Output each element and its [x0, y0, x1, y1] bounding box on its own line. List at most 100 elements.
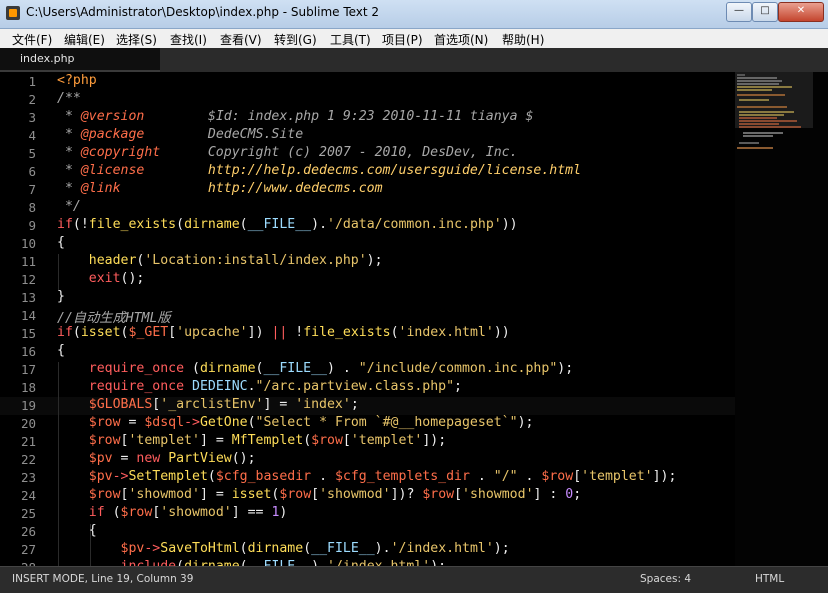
line-number: 24: [20, 488, 36, 503]
menu-tools[interactable]: 工具(T): [330, 31, 371, 48]
minimap-line: [743, 135, 773, 137]
minimap-line: [737, 74, 745, 76]
line-number: 8: [28, 200, 36, 215]
code-line-25: if ($row['showmod'] == 1): [88, 505, 288, 520]
status-bar: INSERT MODE, Line 19, Column 39 Spaces: …: [0, 566, 828, 593]
status-cursor-position: INSERT MODE, Line 19, Column 39: [12, 573, 194, 585]
menu-selection[interactable]: 选择(S): [116, 31, 157, 48]
code-line-28: include(dirname(__FILE__).'/index.html')…: [57, 559, 447, 566]
minimap-line: [737, 77, 777, 79]
minimap-line: [739, 99, 769, 101]
sublime-app-icon: [6, 6, 20, 20]
code-line-26: {: [57, 523, 97, 538]
line-number: 12: [20, 272, 36, 287]
status-syntax[interactable]: HTML: [755, 573, 784, 585]
line-number: 7: [28, 182, 36, 197]
menu-file[interactable]: 文件(F): [12, 31, 52, 48]
code-line-24: $row['showmod'] = isset($row['showmod'])…: [88, 487, 582, 502]
code-line-6: * @license http://help.dedecms.com/users…: [57, 163, 582, 178]
code-line-17: require_once (dirname(__FILE__) . "/incl…: [88, 361, 574, 376]
status-indentation[interactable]: Spaces: 4: [640, 573, 691, 585]
line-number: 15: [20, 326, 36, 341]
line-number: 4: [28, 128, 36, 143]
menu-preferences[interactable]: 首选项(N): [434, 31, 488, 48]
tab-label: index.php: [20, 52, 75, 65]
line-number: 1: [28, 74, 36, 89]
code-line-19: $GLOBALS['_arclistEnv'] = 'index';: [88, 397, 359, 412]
line-number: 25: [20, 506, 36, 521]
minimap-line: [739, 111, 794, 113]
menu-project[interactable]: 项目(P): [382, 31, 423, 48]
line-number: 17: [20, 362, 36, 377]
line-number: 18: [20, 380, 36, 395]
line-number: 5: [28, 146, 36, 161]
code-line-2: /**: [57, 91, 81, 106]
line-number: 3: [28, 110, 36, 125]
line-number: 13: [20, 290, 36, 305]
line-number: 23: [20, 470, 36, 485]
minimap-line: [743, 132, 783, 134]
code-line-5: * @copyright Copyright (c) 2007 - 2010, …: [57, 145, 518, 160]
code-line-9: if(!file_exists(dirname(__FILE__).'/data…: [57, 217, 518, 232]
menu-goto[interactable]: 转到(G): [274, 31, 317, 48]
menu-edit[interactable]: 编辑(E): [64, 31, 105, 48]
minimap-line: [737, 86, 792, 88]
menu-help[interactable]: 帮助(H): [502, 31, 544, 48]
line-number: 6: [28, 164, 36, 179]
minimap-line: [739, 142, 759, 144]
code-line-27: $pv->SaveToHtml(dirname(__FILE__).'/inde…: [120, 541, 510, 556]
line-number: 27: [20, 542, 36, 557]
code-line-15: if(isset($_GET['upcache']) || !file_exis…: [57, 325, 510, 340]
minimap-line: [739, 126, 801, 128]
line-number-gutter: 1 2 3 4 5 6 7 8 9 10 11 12 13 14 15 16 1…: [0, 72, 42, 566]
minimap-line: [739, 117, 777, 119]
code-line-12: exit();: [88, 271, 145, 286]
minimap-line: [739, 114, 784, 116]
minimap-line: [739, 123, 779, 125]
line-number: 9: [28, 218, 36, 233]
minimap-line: [737, 89, 772, 91]
minimap-line: [739, 120, 797, 122]
code-line-7: * @link http://www.dedecms.com: [57, 181, 383, 196]
code-line-23: $pv->SetTemplet($cfg_basedir . $cfg_temp…: [88, 469, 677, 484]
maximize-button[interactable]: □: [752, 2, 778, 22]
close-button[interactable]: ✕: [778, 2, 824, 22]
minimap-line: [737, 94, 785, 96]
menu-find[interactable]: 查找(I): [170, 31, 207, 48]
code-line-16: {: [57, 343, 65, 358]
code-line-13: }: [57, 289, 65, 304]
minimap[interactable]: [735, 72, 828, 566]
minimap-line: [737, 106, 787, 108]
code-line-22: $pv = new PartView();: [88, 451, 256, 466]
code-line-1: <?php: [57, 73, 97, 88]
minimap-line: [737, 83, 779, 85]
line-number: 14: [20, 308, 36, 323]
code-line-3: * @version $Id: index.php 1 9:23 2010-11…: [57, 109, 534, 124]
code-line-18: require_once DEDEINC."/arc.partview.clas…: [88, 379, 462, 394]
tab-index-php[interactable]: index.php: [0, 48, 160, 72]
line-number: 2: [28, 92, 36, 107]
menu-bar: 文件(F) 编辑(E) 选择(S) 查找(I) 查看(V) 转到(G) 工具(T…: [0, 29, 828, 49]
code-line-4: * @package DedeCMS.Site: [57, 127, 304, 142]
code-line-8: */: [57, 199, 81, 214]
line-number: 26: [20, 524, 36, 539]
window-title-bar: C:\Users\Administrator\Desktop\index.php…: [0, 0, 828, 29]
line-number: 19: [20, 398, 36, 413]
line-number: 16: [20, 344, 36, 359]
minimap-line: [737, 147, 773, 149]
code-line-20: $row = $dsql->GetOne("Select * From `#@_…: [88, 415, 534, 430]
line-number: 22: [20, 452, 36, 467]
code-line-11: header('Location:install/index.php');: [88, 253, 383, 268]
line-number: 20: [20, 416, 36, 431]
minimap-line: [737, 80, 782, 82]
line-number: 21: [20, 434, 36, 449]
menu-view[interactable]: 查看(V): [220, 31, 262, 48]
code-editor[interactable]: 1 2 3 4 5 6 7 8 9 10 11 12 13 14 15 16 1…: [0, 72, 828, 566]
line-number: 10: [20, 236, 36, 251]
code-line-21: $row['templet'] = MfTemplet($row['temple…: [88, 433, 447, 448]
code-line-10: {: [57, 235, 65, 250]
tab-bar: index.php: [0, 48, 828, 72]
minimize-button[interactable]: —: [726, 2, 752, 22]
code-line-14: //自动生成HTML版: [57, 311, 171, 326]
line-number: 11: [20, 254, 36, 269]
